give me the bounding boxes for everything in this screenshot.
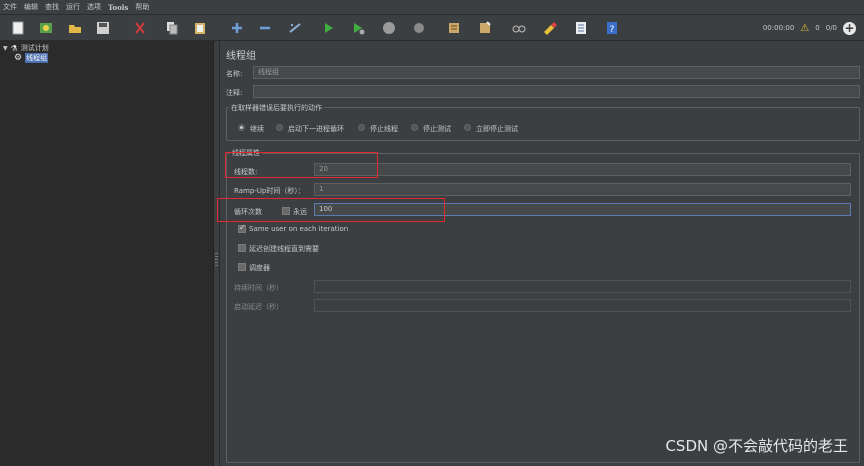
radio-label: 继续: [250, 125, 264, 133]
search-icon[interactable]: [510, 19, 528, 37]
clear-icon[interactable]: [445, 19, 463, 37]
templates-icon[interactable]: [37, 19, 55, 37]
help-icon[interactable]: ?: [603, 19, 621, 37]
startup-delay-label: 启动延迟（秒）: [234, 303, 283, 311]
tree-item-label: 测试计划: [20, 44, 49, 52]
duration-field[interactable]: [314, 280, 851, 293]
duration-label: 持续时间（秒）: [234, 284, 283, 292]
highlight-box-loop: [217, 198, 445, 222]
test-plan-tree: ▼ ⚗ 测试计划 ⚙ 线程组: [0, 41, 214, 466]
tree-item-thread-group[interactable]: ⚙ 线程组: [14, 53, 49, 63]
threads-field[interactable]: 20: [314, 163, 851, 176]
name-label: 名称:: [226, 70, 243, 78]
same-user-checkbox[interactable]: [238, 223, 246, 233]
remote-start-icon[interactable]: +: [843, 21, 856, 35]
clear-all-icon[interactable]: [476, 19, 494, 37]
rampup-field[interactable]: 1: [314, 183, 851, 196]
new-icon[interactable]: [9, 19, 27, 37]
menu-search[interactable]: 查找: [45, 2, 59, 12]
same-user-label: Same user on each iteration: [249, 225, 349, 233]
gear-icon: ⚙: [14, 53, 23, 63]
toolbar: ? 00:00:00 ⚠ 0 0/0 +: [0, 15, 864, 41]
collapse-arrow-icon[interactable]: ▼: [3, 45, 8, 52]
warning-icon[interactable]: ⚠: [800, 23, 809, 34]
radio-stop-test[interactable]: [411, 124, 418, 131]
save-icon[interactable]: [94, 19, 112, 37]
paste-icon[interactable]: [191, 19, 209, 37]
watermark: CSDN @不会敲代码的老王: [665, 437, 848, 455]
elapsed-timer: 00:00:00: [762, 24, 795, 32]
menu-bar: 文件 编辑 查找 运行 选项 Tools 帮助: [0, 0, 864, 15]
warning-count: 0: [815, 24, 820, 32]
panel-title: 线程组: [226, 51, 256, 62]
cut-icon[interactable]: [131, 19, 149, 37]
function-helper-icon[interactable]: [572, 19, 590, 37]
open-icon[interactable]: [66, 19, 84, 37]
radio-continue[interactable]: [238, 124, 245, 131]
startup-delay-field[interactable]: [314, 299, 851, 312]
menu-tools[interactable]: Tools: [108, 3, 128, 12]
rampup-label: Ramp-Up时间（秒）：: [234, 187, 305, 195]
shutdown-icon[interactable]: [410, 19, 428, 37]
tree-item-test-plan[interactable]: ▼ ⚗ 测试计划: [3, 43, 49, 53]
error-action-legend: 在取样器错误后要执行的动作: [229, 103, 324, 113]
start-no-pause-icon[interactable]: [349, 19, 367, 37]
name-field[interactable]: 线程组: [253, 66, 860, 79]
highlight-box-threads: [225, 152, 378, 178]
radio-start-next-loop[interactable]: [276, 124, 283, 131]
scheduler-label: 调度器: [249, 264, 270, 272]
start-icon[interactable]: [319, 19, 337, 37]
radio-label: 立即停止测试: [476, 125, 518, 133]
radio-stop-test-now[interactable]: [464, 124, 471, 131]
menu-run[interactable]: 运行: [66, 2, 80, 12]
scheduler-checkbox[interactable]: [238, 263, 246, 271]
comment-label: 注释:: [226, 89, 243, 97]
svg-text:?: ?: [610, 25, 615, 35]
tree-item-label: 线程组: [25, 53, 49, 63]
menu-edit[interactable]: 编辑: [24, 2, 38, 12]
test-plan-icon: ⚗: [10, 43, 18, 53]
reset-search-icon[interactable]: [540, 19, 558, 37]
thread-group-panel: 线程组 名称: 线程组 注释: 在取样器错误后要执行的动作 继续 启动下一进程循…: [217, 41, 864, 466]
radio-stop-thread[interactable]: [358, 124, 365, 131]
splitter-grip[interactable]: [215, 253, 218, 267]
menu-file[interactable]: 文件: [3, 2, 17, 12]
collapse-icon[interactable]: [256, 19, 274, 37]
radio-label: 停止测试: [423, 125, 451, 133]
thread-count: 0/0: [825, 24, 837, 32]
radio-label: 停止线程: [370, 125, 398, 133]
stop-icon[interactable]: [380, 19, 398, 37]
delay-thread-creation-label: 延迟创建线程直到需要: [249, 245, 319, 253]
copy-icon[interactable]: [163, 19, 181, 37]
delay-thread-creation-checkbox[interactable]: [238, 244, 246, 252]
expand-icon[interactable]: [228, 19, 246, 37]
radio-label: 启动下一进程循环: [288, 125, 344, 133]
toggle-icon[interactable]: [286, 19, 304, 37]
status-area: 00:00:00 ⚠ 0 0/0 +: [763, 15, 856, 41]
menu-help[interactable]: 帮助: [135, 2, 149, 12]
comment-field[interactable]: [253, 85, 860, 98]
menu-options[interactable]: 选项: [87, 2, 101, 12]
